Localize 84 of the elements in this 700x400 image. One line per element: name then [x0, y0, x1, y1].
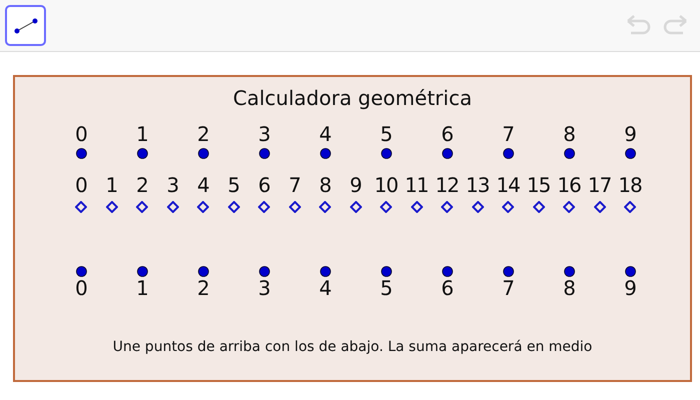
point-label: 12	[435, 174, 459, 196]
point-diamond[interactable]	[502, 201, 514, 213]
point-dot[interactable]	[380, 266, 392, 277]
point-label: 3	[258, 277, 270, 299]
point-label: 9	[624, 123, 636, 145]
point-label: 0	[75, 174, 87, 196]
point-dot[interactable]	[136, 266, 148, 277]
point-diamond[interactable]	[532, 201, 544, 213]
point-diamond[interactable]	[228, 201, 240, 213]
point-dot[interactable]	[502, 266, 514, 277]
point-label: 3	[166, 174, 178, 196]
point-label: 8	[563, 277, 575, 299]
point-dot[interactable]	[442, 148, 452, 159]
point-label: 0	[75, 123, 87, 145]
redo-icon	[661, 14, 689, 36]
point-dot[interactable]	[502, 148, 514, 159]
point-label: 9	[350, 174, 362, 196]
point-label: 7	[502, 123, 514, 145]
point-diamond[interactable]	[624, 201, 636, 213]
point-label: 5	[228, 174, 240, 196]
point-diamond[interactable]	[350, 201, 362, 213]
point-label: 17	[588, 174, 612, 196]
point-dot[interactable]	[258, 148, 270, 159]
point-label: 9	[624, 277, 636, 299]
segment-tool[interactable]	[5, 5, 46, 46]
point-dot[interactable]	[76, 266, 86, 277]
point-diamond[interactable]	[197, 201, 209, 213]
point-label: 5	[380, 123, 392, 145]
point-label: 13	[466, 174, 490, 196]
point-label: 3	[258, 123, 270, 145]
point-label: 6	[258, 174, 270, 196]
point-label: 2	[136, 174, 148, 196]
point-label: 6	[441, 123, 453, 145]
point-dot[interactable]	[624, 148, 636, 159]
point-dot[interactable]	[320, 266, 330, 277]
point-label: 7	[502, 277, 514, 299]
point-diamond[interactable]	[472, 201, 484, 213]
point-diamond[interactable]	[288, 201, 300, 213]
point-label: 8	[563, 123, 575, 145]
segment-icon	[14, 18, 38, 34]
point-label: 4	[319, 123, 331, 145]
point-label: 10	[374, 174, 398, 196]
point-label: 0	[75, 277, 87, 299]
point-dot[interactable]	[564, 148, 574, 159]
panel-title: Calculadora geométrica	[233, 86, 472, 110]
point-dot[interactable]	[198, 266, 208, 277]
point-label: 4	[197, 174, 209, 196]
point-diamond[interactable]	[441, 201, 453, 213]
instruction-text: Une puntos de arriba con los de abajo. La suma aparecerá en medio	[112, 339, 592, 355]
point-label: 2	[197, 123, 209, 145]
point-label: 5	[380, 277, 392, 299]
point-label: 1	[136, 123, 148, 145]
point-label: 1	[106, 174, 118, 196]
point-diamond[interactable]	[258, 201, 270, 213]
point-label: 2	[197, 277, 209, 299]
point-label: 18	[618, 174, 642, 196]
point-dot[interactable]	[624, 266, 636, 277]
point-label: 14	[496, 174, 520, 196]
point-dot[interactable]	[198, 148, 208, 159]
point-dot[interactable]	[258, 266, 270, 277]
point-label: 1	[136, 277, 148, 299]
point-dot[interactable]	[320, 148, 330, 159]
point-diamond[interactable]	[380, 201, 392, 213]
point-dot[interactable]	[136, 148, 148, 159]
point-dot[interactable]	[564, 266, 574, 277]
point-label: 15	[526, 174, 550, 196]
point-label: 11	[404, 174, 428, 196]
point-label: 7	[288, 174, 300, 196]
point-diamond[interactable]	[319, 201, 331, 213]
point-diamond[interactable]	[75, 201, 87, 213]
point-diamond[interactable]	[136, 201, 148, 213]
point-label: 16	[557, 174, 581, 196]
point-diamond[interactable]	[563, 201, 575, 213]
point-diamond[interactable]	[594, 201, 606, 213]
point-dot[interactable]	[76, 148, 86, 159]
point-dot[interactable]	[442, 266, 452, 277]
point-label: 8	[319, 174, 331, 196]
undo-icon	[625, 14, 653, 36]
point-label: 4	[319, 277, 331, 299]
point-diamond[interactable]	[166, 201, 178, 213]
point-label: 6	[441, 277, 453, 299]
point-diamond[interactable]	[106, 201, 118, 213]
point-dot[interactable]	[380, 148, 392, 159]
point-diamond[interactable]	[410, 201, 422, 213]
